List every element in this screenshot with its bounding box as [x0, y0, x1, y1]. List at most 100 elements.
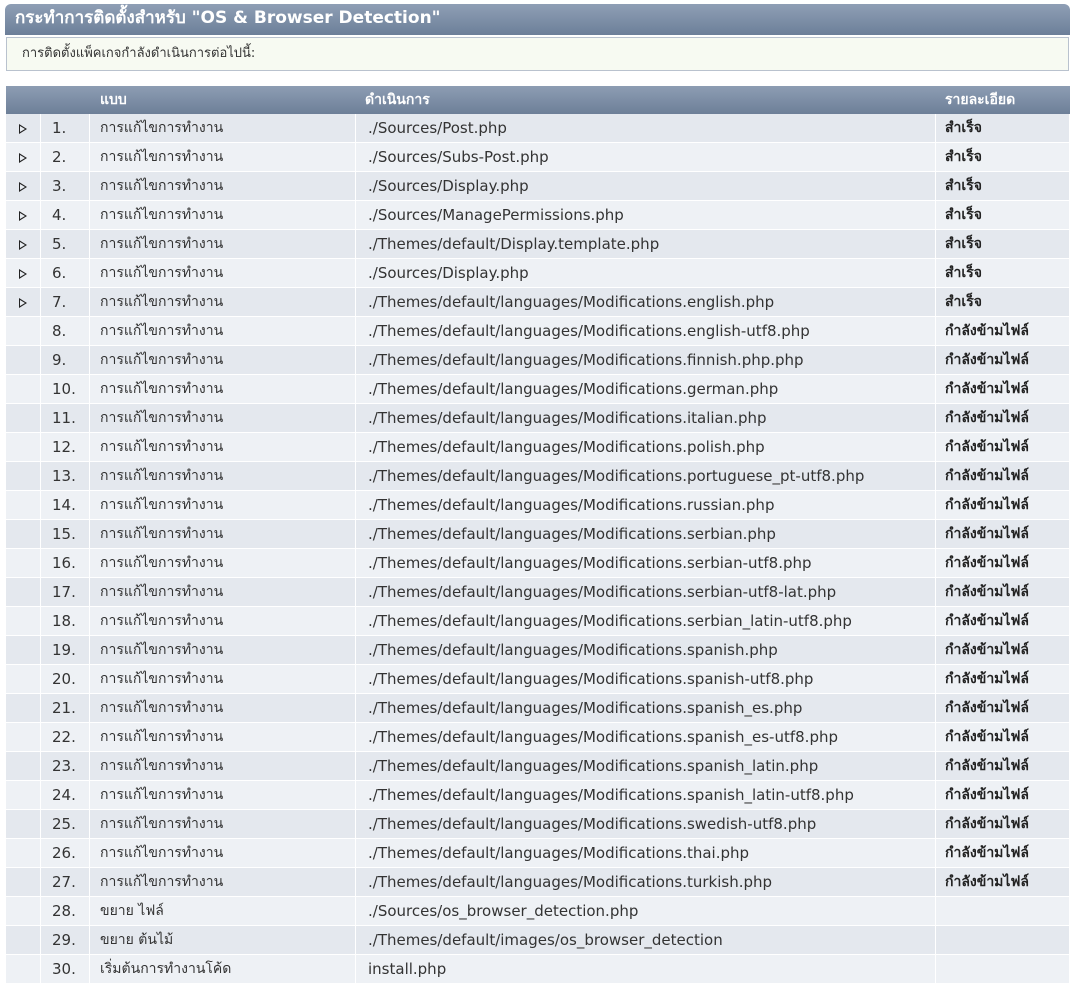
row-file: ./Themes/default/languages/Modifications… — [356, 346, 936, 375]
row-expand-cell — [6, 346, 41, 375]
expand-arrow-icon[interactable] — [19, 298, 27, 308]
expand-arrow-icon[interactable] — [19, 240, 27, 250]
row-type: การแก้ไขการทำงาน — [90, 433, 356, 462]
row-detail: กำลังข้ามไฟล์ — [936, 317, 1070, 346]
table-row: 7. การแก้ไขการทำงาน ./Themes/default/langu… — [6, 288, 1070, 317]
table-row: 10. การแก้ไขการทำงาน ./Themes/default/lang… — [6, 375, 1070, 404]
row-number: 16. — [41, 549, 90, 578]
row-expand-cell[interactable] — [6, 230, 41, 259]
row-file: ./Themes/default/languages/Modifications… — [356, 723, 936, 752]
row-expand-cell[interactable] — [6, 288, 41, 317]
row-detail: กำลังข้ามไฟล์ — [936, 462, 1070, 491]
row-detail: กำลังข้ามไฟล์ — [936, 665, 1070, 694]
row-type: การแก้ไขการทำงาน — [90, 636, 356, 665]
row-number: 6. — [41, 259, 90, 288]
expand-arrow-icon[interactable] — [19, 153, 27, 163]
row-number: 4. — [41, 201, 90, 230]
row-number: 24. — [41, 781, 90, 810]
table-row: 2. การแก้ไขการทำงาน ./Sources/Subs-Post.ph… — [6, 143, 1070, 172]
row-file: ./Themes/default/languages/Modifications… — [356, 491, 936, 520]
table-row: 4. การแก้ไขการทำงาน ./Sources/ManagePermis… — [6, 201, 1070, 230]
row-detail: กำลังข้ามไฟล์ — [936, 723, 1070, 752]
table-row: 22. การแก้ไขการทำงาน ./Themes/default/lang… — [6, 723, 1070, 752]
row-file: ./Themes/default/languages/Modifications… — [356, 578, 936, 607]
row-type: ขยาย ต้นไม้ — [90, 926, 356, 955]
row-expand-cell — [6, 578, 41, 607]
row-detail — [936, 897, 1070, 926]
row-file: ./Themes/default/languages/Modifications… — [356, 404, 936, 433]
row-file: ./Themes/default/languages/Modifications… — [356, 665, 936, 694]
table-row: 3. การแก้ไขการทำงาน ./Sources/Display.php ส… — [6, 172, 1070, 201]
row-type: การแก้ไขการทำงาน — [90, 172, 356, 201]
row-type: การแก้ไขการทำงาน — [90, 201, 356, 230]
row-detail: สำเร็จ — [936, 114, 1070, 143]
table-row: 24. การแก้ไขการทำงาน ./Themes/default/lang… — [6, 781, 1070, 810]
row-file: ./Sources/Post.php — [356, 114, 936, 143]
row-type: การแก้ไขการทำงาน — [90, 549, 356, 578]
row-file: ./Themes/default/languages/Modifications… — [356, 317, 936, 346]
row-number: 20. — [41, 665, 90, 694]
table-row: 14. การแก้ไขการทำงาน ./Themes/default/lang… — [6, 491, 1070, 520]
row-type: การแก้ไขการทำงาน — [90, 317, 356, 346]
table-row: 27. การแก้ไขการทำงาน ./Themes/default/lang… — [6, 868, 1070, 897]
table-row: 8. การแก้ไขการทำงาน ./Themes/default/langu… — [6, 317, 1070, 346]
row-number: 14. — [41, 491, 90, 520]
row-file: ./Themes/default/languages/Modifications… — [356, 781, 936, 810]
row-detail: กำลังข้ามไฟล์ — [936, 694, 1070, 723]
row-number: 25. — [41, 810, 90, 839]
row-number: 29. — [41, 926, 90, 955]
table-row: 12. การแก้ไขการทำงาน ./Themes/default/lang… — [6, 433, 1070, 462]
table-row: 15. การแก้ไขการทำงาน ./Themes/default/lang… — [6, 520, 1070, 549]
table-row: 1. การแก้ไขการทำงาน ./Sources/Post.php สำเร… — [6, 114, 1070, 143]
row-expand-cell — [6, 433, 41, 462]
row-expand-cell[interactable] — [6, 259, 41, 288]
row-number: 8. — [41, 317, 90, 346]
row-detail: กำลังข้ามไฟล์ — [936, 607, 1070, 636]
row-number: 30. — [41, 955, 90, 984]
row-detail: กำลังข้ามไฟล์ — [936, 491, 1070, 520]
actions-table: แบบ ดำเนินการ รายละเอียด 1. การแก้ไขการทำ… — [6, 86, 1070, 984]
row-expand-cell — [6, 723, 41, 752]
table-row: 11. การแก้ไขการทำงาน ./Themes/default/lang… — [6, 404, 1070, 433]
row-detail: กำลังข้ามไฟล์ — [936, 433, 1070, 462]
expand-arrow-icon[interactable] — [19, 182, 27, 192]
row-expand-cell — [6, 375, 41, 404]
expand-arrow-icon[interactable] — [19, 211, 27, 221]
row-number: 1. — [41, 114, 90, 143]
row-expand-cell[interactable] — [6, 201, 41, 230]
table-row: 19. การแก้ไขการทำงาน ./Themes/default/lang… — [6, 636, 1070, 665]
row-expand-cell[interactable] — [6, 172, 41, 201]
row-type: การแก้ไขการทำงาน — [90, 346, 356, 375]
row-file: ./Themes/default/languages/Modifications… — [356, 549, 936, 578]
row-type: การแก้ไขการทำงาน — [90, 520, 356, 549]
row-expand-cell[interactable] — [6, 143, 41, 172]
row-type: การแก้ไขการทำงาน — [90, 114, 356, 143]
row-type: การแก้ไขการทำงาน — [90, 723, 356, 752]
row-expand-cell — [6, 462, 41, 491]
row-type: การแก้ไขการทำงาน — [90, 839, 356, 868]
row-expand-cell — [6, 694, 41, 723]
row-type: การแก้ไขการทำงาน — [90, 462, 356, 491]
table-row: 21. การแก้ไขการทำงาน ./Themes/default/lang… — [6, 694, 1070, 723]
row-detail: กำลังข้ามไฟล์ — [936, 404, 1070, 433]
row-detail: กำลังข้ามไฟล์ — [936, 636, 1070, 665]
row-expand-cell — [6, 317, 41, 346]
row-detail: สำเร็จ — [936, 143, 1070, 172]
row-file: ./Sources/os_browser_detection.php — [356, 897, 936, 926]
row-type: การแก้ไขการทำงาน — [90, 375, 356, 404]
table-row: 9. การแก้ไขการทำงาน ./Themes/default/langu… — [6, 346, 1070, 375]
row-detail: สำเร็จ — [936, 288, 1070, 317]
info-message-text: การติดตั้งแพ็คเกจกำลังดำเนินการต่อไปนี้: — [22, 46, 256, 61]
row-expand-cell[interactable] — [6, 114, 41, 143]
table-row: 13. การแก้ไขการทำงาน ./Themes/default/lang… — [6, 462, 1070, 491]
row-expand-cell — [6, 926, 41, 955]
expand-arrow-icon[interactable] — [19, 124, 27, 134]
row-file: ./Themes/default/languages/Modifications… — [356, 839, 936, 868]
row-file: ./Themes/default/languages/Modifications… — [356, 636, 936, 665]
row-file: ./Themes/default/languages/Modifications… — [356, 752, 936, 781]
row-file: install.php — [356, 955, 936, 984]
expand-arrow-icon[interactable] — [19, 269, 27, 279]
row-number: 5. — [41, 230, 90, 259]
table-row: 18. การแก้ไขการทำงาน ./Themes/default/lang… — [6, 607, 1070, 636]
row-number: 9. — [41, 346, 90, 375]
